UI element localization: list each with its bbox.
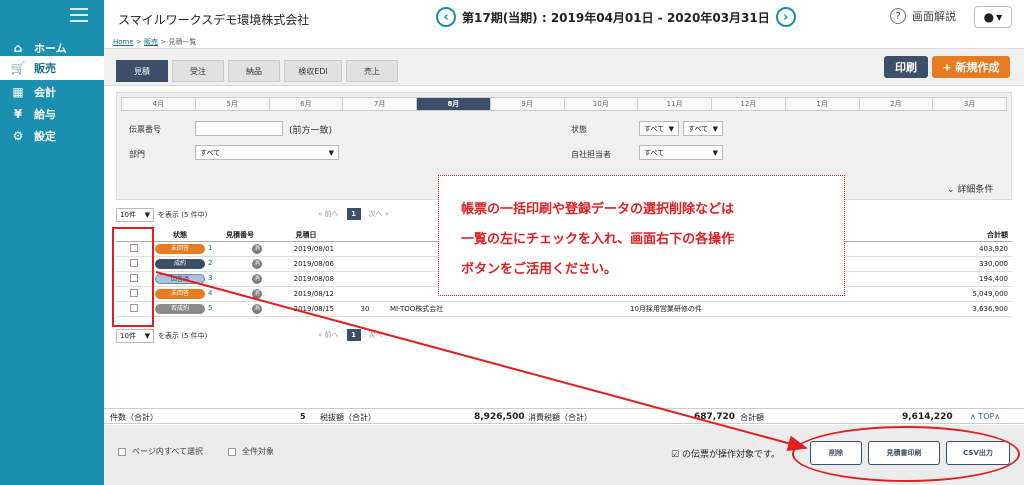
annotation-arrow <box>155 271 808 452</box>
